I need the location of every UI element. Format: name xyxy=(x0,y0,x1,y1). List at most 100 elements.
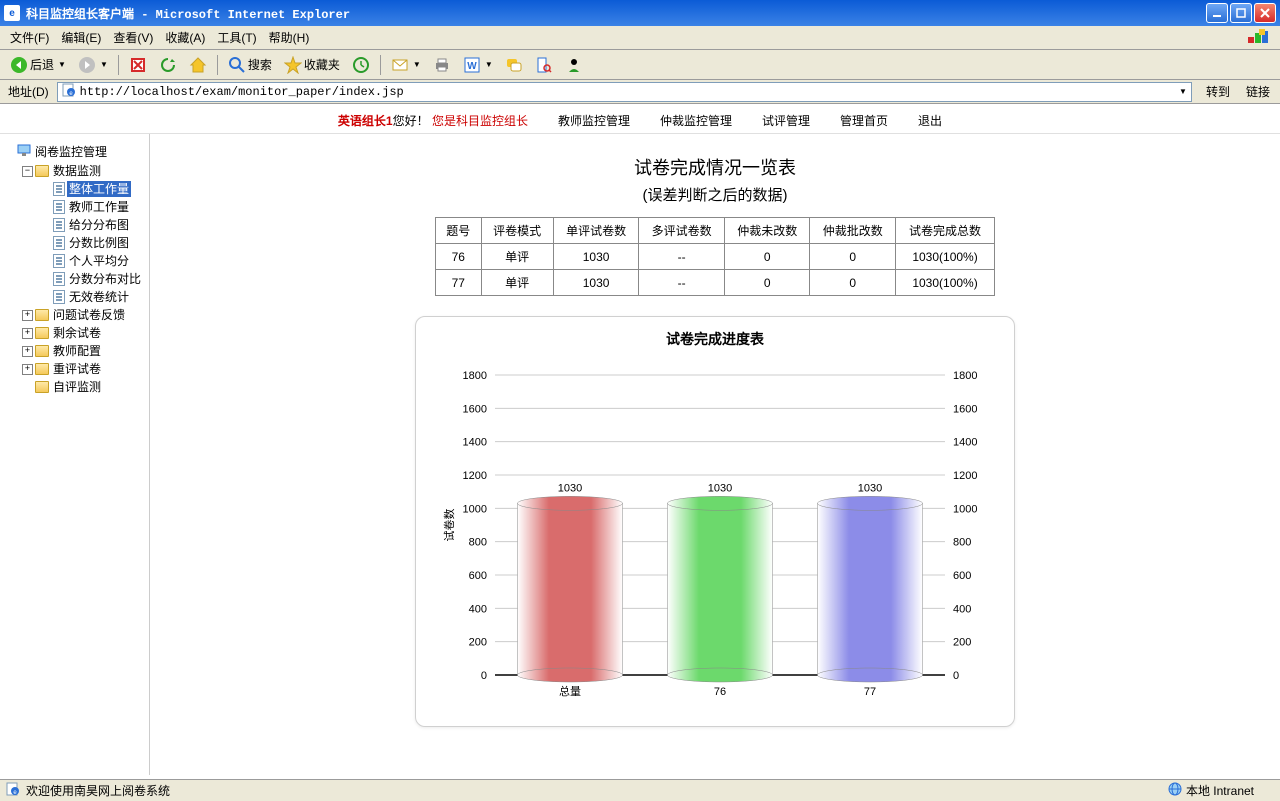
svg-text:800: 800 xyxy=(953,537,971,549)
tree-root[interactable]: 阅卷监控管理 xyxy=(4,142,145,162)
window-titlebar: e 科目监控组长客户端 - Microsoft Internet Explore… xyxy=(0,0,1280,26)
search-button[interactable]: 搜索 xyxy=(224,53,276,77)
dropdown-icon[interactable]: ▼ xyxy=(1179,87,1187,96)
tree-leaf[interactable]: 无效卷统计 xyxy=(40,288,145,306)
dropdown-icon: ▼ xyxy=(413,60,421,69)
svg-text:800: 800 xyxy=(469,537,487,549)
discuss-button[interactable] xyxy=(501,53,527,77)
status-text: 欢迎使用南昊网上阅卷系统 xyxy=(26,782,170,799)
tree-label: 剩余试卷 xyxy=(51,325,103,341)
folder-icon xyxy=(35,327,49,339)
svg-text:总量: 总量 xyxy=(559,684,581,698)
home-button[interactable] xyxy=(185,53,211,77)
word-icon: W xyxy=(463,56,481,74)
svg-text:400: 400 xyxy=(953,603,971,615)
menu-help[interactable]: 帮助(H) xyxy=(263,27,316,48)
edit-button[interactable]: W▼ xyxy=(459,53,497,77)
separator xyxy=(217,55,218,75)
tree-leaf[interactable]: 给分分布图 xyxy=(40,216,145,234)
close-button[interactable] xyxy=(1254,3,1276,23)
svg-text:77: 77 xyxy=(864,686,876,698)
separator xyxy=(380,55,381,75)
go-label: 转到 xyxy=(1206,83,1230,100)
tree-remaining[interactable]: + 剩余试卷 xyxy=(22,324,145,342)
tree-regrade[interactable]: +重评试卷 xyxy=(22,360,145,378)
sidebar: 阅卷监控管理 − 数据监测 整体工作量教师工作量给分分布图分数比例图个人平均分分… xyxy=(0,134,150,775)
research-button[interactable] xyxy=(531,53,557,77)
tree-leaf[interactable]: 分数比例图 xyxy=(40,234,145,252)
maximize-button[interactable] xyxy=(1230,3,1252,23)
expand-icon[interactable]: + xyxy=(22,310,33,321)
folder-icon xyxy=(35,345,49,357)
tree-leaf-label: 给分分布图 xyxy=(67,217,131,233)
nav-arbitration-monitor[interactable]: 仲裁监控管理 xyxy=(660,112,732,129)
go-button[interactable]: 转到 xyxy=(1196,82,1236,102)
table-cell: 单评 xyxy=(481,270,553,296)
menu-file[interactable]: 文件(F) xyxy=(4,27,55,48)
address-label: 地址(D) xyxy=(4,83,53,100)
minimize-button[interactable] xyxy=(1206,3,1228,23)
nav-teacher-monitor[interactable]: 教师监控管理 xyxy=(558,112,630,129)
star-icon xyxy=(284,56,302,74)
tree-leaf[interactable]: 分数分布对比 xyxy=(40,270,145,288)
print-button[interactable] xyxy=(429,53,455,77)
tree-leaf[interactable]: 教师工作量 xyxy=(40,198,145,216)
nav-trial-manage[interactable]: 试评管理 xyxy=(762,112,810,129)
tree-leaf[interactable]: 整体工作量 xyxy=(40,180,145,198)
tree-self-monitor[interactable]: 自评监测 xyxy=(22,378,145,396)
svg-text:1400: 1400 xyxy=(463,437,487,449)
tree-data-monitor[interactable]: − 数据监测 xyxy=(22,162,145,180)
menu-view[interactable]: 查看(V) xyxy=(107,27,159,48)
tree-leaf-label: 无效卷统计 xyxy=(67,289,131,305)
menu-edit[interactable]: 编辑(E) xyxy=(55,27,107,48)
separator xyxy=(118,55,119,75)
home-icon xyxy=(189,56,207,74)
table-cell: 0 xyxy=(724,270,810,296)
collapse-icon[interactable]: − xyxy=(22,166,33,177)
expand-icon[interactable]: + xyxy=(22,328,33,339)
nav-logout[interactable]: 退出 xyxy=(918,112,942,129)
folder-icon xyxy=(35,165,49,177)
status-bar: e 欢迎使用南昊网上阅卷系统 本地 Intranet xyxy=(0,779,1280,801)
back-button[interactable]: 后退 ▼ xyxy=(6,53,70,77)
table-header: 多评试卷数 xyxy=(639,218,725,244)
svg-text:1600: 1600 xyxy=(463,403,487,415)
messenger-button[interactable] xyxy=(561,53,587,77)
favorites-button[interactable]: 收藏夹 xyxy=(280,53,344,77)
svg-text:1600: 1600 xyxy=(953,403,977,415)
table-row: 76单评1030--001030(100%) xyxy=(436,244,995,270)
history-button[interactable] xyxy=(348,53,374,77)
mail-button[interactable]: ▼ xyxy=(387,53,425,77)
tree-leaf[interactable]: 个人平均分 xyxy=(40,252,145,270)
links-label[interactable]: 链接 xyxy=(1240,83,1276,100)
svg-text:1030: 1030 xyxy=(558,482,582,494)
menu-tools[interactable]: 工具(T) xyxy=(211,27,262,48)
svg-text:W: W xyxy=(467,61,477,72)
nav-admin-home[interactable]: 管理首页 xyxy=(840,112,888,129)
dropdown-icon: ▼ xyxy=(100,60,108,69)
page-icon: e xyxy=(6,782,20,799)
ie-logo-icon xyxy=(1240,28,1276,48)
zone-label: 本地 Intranet xyxy=(1186,782,1254,799)
chart-title: 试卷完成进度表 xyxy=(424,329,1006,349)
dropdown-icon: ▼ xyxy=(58,60,66,69)
table-cell: 1030 xyxy=(553,244,639,270)
stop-button[interactable] xyxy=(125,53,151,77)
svg-text:1800: 1800 xyxy=(953,370,977,382)
tree-problem-feedback[interactable]: +问题试卷反馈 xyxy=(22,306,145,324)
svg-text:600: 600 xyxy=(469,570,487,582)
address-input[interactable] xyxy=(80,85,1173,99)
svg-text:试卷数: 试卷数 xyxy=(442,509,456,542)
expand-icon[interactable]: + xyxy=(22,364,33,375)
refresh-button[interactable] xyxy=(155,53,181,77)
address-box[interactable]: e ▼ xyxy=(57,82,1192,102)
svg-text:1800: 1800 xyxy=(463,370,487,382)
forward-button[interactable]: ▼ xyxy=(74,53,112,77)
tree-teacher-config[interactable]: +教师配置 xyxy=(22,342,145,360)
menu-favorites[interactable]: 收藏(A) xyxy=(159,27,211,48)
page-icon xyxy=(53,290,65,304)
expand-icon[interactable]: + xyxy=(22,346,33,357)
table-header: 仲裁未改数 xyxy=(724,218,810,244)
svg-text:1000: 1000 xyxy=(953,503,977,515)
folder-icon xyxy=(35,363,49,375)
